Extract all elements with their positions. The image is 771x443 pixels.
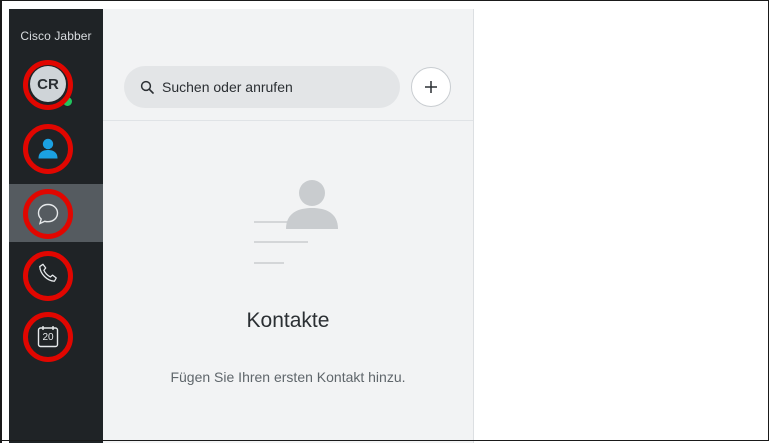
annotation-circle-4 xyxy=(23,251,73,301)
empty-state-subtitle: Fügen Sie Ihren ersten Kontakt hinzu. xyxy=(170,369,406,385)
annotation-circle-1 xyxy=(23,60,73,110)
search-input[interactable]: Suchen oder anrufen xyxy=(124,66,400,108)
empty-state-title: Kontakte xyxy=(246,309,330,332)
contacts-illustration-icon xyxy=(254,180,338,264)
add-button[interactable] xyxy=(411,67,451,107)
content-area xyxy=(474,9,769,443)
annotation-circle-3 xyxy=(23,189,73,239)
annotation-circle-5 xyxy=(23,312,73,362)
search-icon xyxy=(140,80,154,94)
plus-icon xyxy=(425,81,437,93)
panel-divider xyxy=(103,120,473,121)
annotation-circle-2 xyxy=(23,124,73,174)
contacts-panel: Suchen oder anrufen Kontakte Fügen Sie I… xyxy=(103,9,474,443)
window-edge-line xyxy=(0,0,2,443)
app-title: Cisco Jabber xyxy=(20,29,92,43)
search-placeholder: Suchen oder anrufen xyxy=(162,79,293,95)
